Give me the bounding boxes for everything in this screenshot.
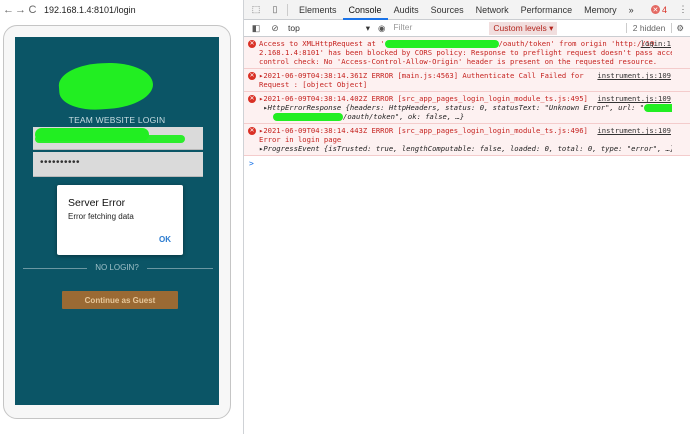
server-error-dialog: Server Error Error fetching data OK [57, 185, 183, 255]
live-expression-eye-icon[interactable]: ◉ [378, 23, 385, 34]
inspect-element-icon[interactable]: ⬚ [249, 3, 263, 17]
redacted-logo [57, 59, 155, 113]
browser-viewport: ← → C 192.168.1.4:8101/login TEAM WEBSIT… [0, 0, 244, 434]
redacted-url [273, 113, 343, 121]
message-line: Error in login page [259, 135, 342, 144]
redacted-url [644, 104, 672, 112]
device-frame: TEAM WEBSITE LOGIN •••••••••• NO LOGIN? … [3, 25, 231, 419]
message-line: control check: No 'Access-Control-Allow-… [259, 57, 658, 66]
message-line: Access to XMLHttpRequest at ' /oauth/toke… [259, 39, 672, 48]
console-error-message: ✕ instrument.js:109 ▸2021-06-09T04:38:14… [244, 69, 690, 92]
address-bar[interactable]: ← → C 192.168.1.4:8101/login [0, 0, 244, 20]
message-text: /oauth/token", ok: false, …} [343, 112, 465, 121]
message-line: Request : [object Object] [259, 80, 368, 89]
devtools-tabbar: ⬚ ▯ Elements Console Audits Sources Netw… [244, 0, 690, 20]
console-error-message: ✕ login:1 Access to XMLHttpRequest at ' /… [244, 37, 690, 69]
more-options-icon[interactable]: ⋮ [676, 3, 690, 17]
divider-line-right [147, 268, 213, 269]
tab-network[interactable]: Network [470, 0, 515, 20]
no-login-divider: NO LOGIN? [15, 263, 219, 275]
login-title: TEAM WEBSITE LOGIN [68, 115, 166, 125]
progress-event-object[interactable]: ▸ProgressEvent {isTrusted: true, lengthC… [259, 144, 672, 153]
context-select[interactable]: top ▾ [286, 22, 372, 35]
error-icon: ✕ [248, 40, 256, 48]
more-tabs-icon[interactable]: » [623, 0, 640, 20]
sidebar-toggle-icon[interactable]: ◧ [249, 21, 263, 35]
source-link[interactable]: instrument.js:109 [597, 94, 671, 103]
console-toolbar: ◧ ⊘ top ▾ ◉ Filter Custom levels ▾ 2 hid… [244, 20, 690, 37]
app-screen: TEAM WEBSITE LOGIN •••••••••• NO LOGIN? … [15, 37, 219, 405]
password-field[interactable]: •••••••••• [33, 152, 203, 177]
continue-as-guest-button[interactable]: Continue as Guest [62, 291, 178, 309]
clear-console-icon[interactable]: ⊘ [268, 21, 282, 35]
dialog-title: Server Error [68, 197, 126, 209]
filter-input[interactable]: Filter [389, 22, 485, 35]
console-prompt[interactable]: > [244, 156, 690, 168]
gear-icon[interactable]: ⚙ [676, 23, 684, 34]
error-icon: ✕ [248, 95, 256, 103]
tab-performance[interactable]: Performance [515, 0, 579, 20]
tab-separator [287, 3, 288, 16]
url-text[interactable]: 192.168.1.4:8101/login [44, 5, 136, 15]
message-line: 2.168.1.4:8101' has been blocked by CORS… [259, 48, 672, 57]
tab-audits[interactable]: Audits [388, 0, 425, 20]
message-text: Access to XMLHttpRequest at ' [259, 39, 385, 48]
tab-console[interactable]: Console [342, 0, 388, 20]
source-link[interactable]: instrument.js:109 [597, 126, 671, 135]
source-link[interactable]: login:1 [641, 39, 671, 48]
http-error-response-object[interactable]: ▸HttpErrorResponse {headers: HttpHeaders… [259, 103, 672, 112]
custom-levels-dropdown[interactable]: Custom levels ▾ [489, 21, 558, 35]
message-text: ▸HttpErrorResponse {headers: HttpHeaders… [259, 103, 645, 112]
error-icon: ✕ [248, 72, 256, 80]
console-error-message: ✕ instrument.js:109 ▸2021-06-09T04:38:14… [244, 124, 690, 156]
error-icon: ✕ [650, 5, 660, 14]
devtools-panel: ⬚ ▯ Elements Console Audits Sources Netw… [244, 0, 690, 434]
context-value: top [288, 23, 300, 33]
message-text: /oauth/token' from origin 'http://19 [498, 39, 655, 48]
error-counter[interactable]: ✕ 4 [650, 4, 667, 15]
hidden-messages-count: 2 hidden [625, 23, 673, 33]
console-output: ✕ login:1 Access to XMLHttpRequest at ' /… [244, 37, 690, 168]
error-count: 4 [661, 4, 667, 15]
source-link[interactable]: instrument.js:109 [597, 71, 671, 80]
redacted-url [384, 40, 499, 48]
chevron-down-icon: ▾ [365, 22, 370, 33]
back-arrow-icon[interactable]: ← [3, 3, 14, 17]
console-error-message: ✕ instrument.js:109 ▸2021-06-09T04:38:14… [244, 92, 690, 124]
device-toolbar-icon[interactable]: ▯ [268, 3, 282, 17]
dialog-message: Error fetching data [68, 212, 134, 221]
tab-memory[interactable]: Memory [578, 0, 623, 20]
message-line: /oauth/token", ok: false, …} [259, 112, 672, 121]
reload-icon[interactable]: C [27, 3, 38, 17]
forward-arrow-icon[interactable]: → [15, 3, 26, 17]
tab-elements[interactable]: Elements [293, 0, 343, 20]
tab-sources[interactable]: Sources [425, 0, 470, 20]
dialog-ok-button[interactable]: OK [159, 235, 171, 244]
error-icon: ✕ [248, 127, 256, 135]
redacted-username-2 [35, 135, 185, 143]
